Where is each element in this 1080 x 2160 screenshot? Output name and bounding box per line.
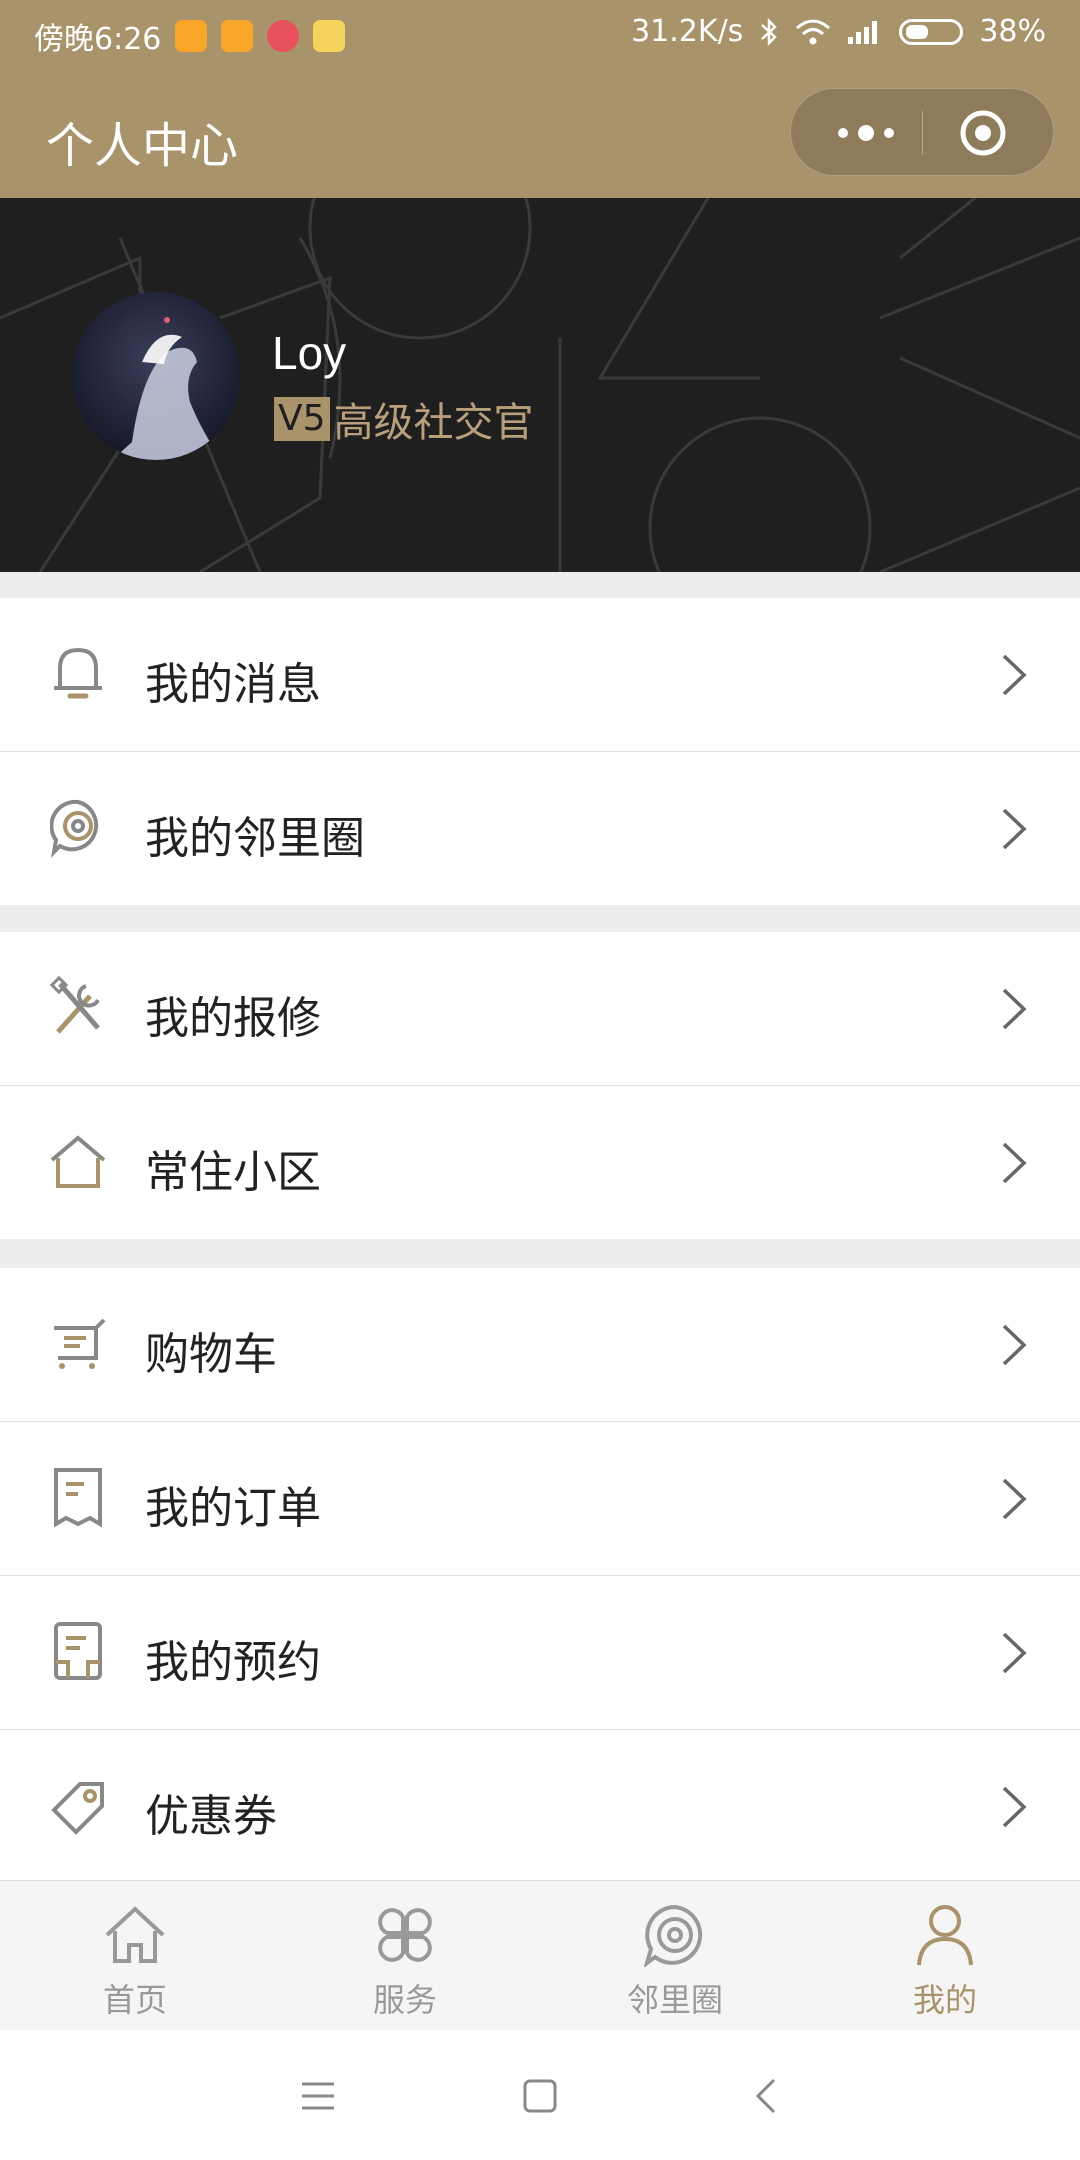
chat-notification-icon (221, 20, 254, 52)
menu-item-label: 我的消息 (145, 659, 321, 710)
person-icon (917, 1905, 973, 1966)
nav-bar: 个人中心 (0, 68, 1080, 198)
menu-item-label: 我的邻里圈 (145, 813, 365, 864)
target-icon[interactable] (951, 109, 1015, 157)
tab-bar: 首页 服务 邻里圈 我的 (0, 1880, 1080, 2031)
status-bar: 傍晚6:26 31.2K/s 38% (0, 0, 1080, 68)
menu-item-label: 常住小区 (145, 1147, 321, 1198)
menu-item-my-appointments[interactable]: 我的预约 (0, 1576, 1080, 1730)
mini-program-capsule (790, 88, 1054, 176)
home-icon (105, 1906, 165, 1963)
wifi-icon (796, 19, 831, 44)
level-badge: V5 (274, 397, 330, 441)
more-dots-icon[interactable] (821, 109, 911, 157)
bluetooth-icon (761, 17, 778, 46)
home-button-icon[interactable] (518, 2074, 562, 2118)
menu-item-label: 我的订单 (145, 1483, 321, 1534)
chevron-right-icon (1002, 1324, 1027, 1366)
menu-item-residence-community[interactable]: 常住小区 (0, 1086, 1080, 1239)
page-title: 个人中心 (46, 118, 239, 174)
order-receipt-icon (54, 1468, 102, 1528)
system-navigation-bar (0, 2030, 1080, 2160)
user-level: V5 高级社交官 (274, 390, 534, 448)
neighbor-circle-icon (643, 1904, 703, 1967)
menu-icon[interactable] (296, 2074, 340, 2118)
chevron-right-icon (1002, 1142, 1027, 1184)
tab-neighbor-circle[interactable]: 邻里圈 (540, 1881, 810, 2031)
menu-item-label: 我的报修 (145, 993, 321, 1044)
menu-group-2: 我的报修 常住小区 (0, 932, 1080, 1239)
menu-group-1: 我的消息 我的邻里圈 (0, 598, 1080, 905)
tab-services[interactable]: 服务 (270, 1881, 540, 2031)
tab-label: 首页 (102, 1981, 167, 2019)
app-notification-icon (267, 20, 300, 52)
repair-tools-icon (50, 976, 100, 1034)
menu-item-label: 我的预约 (145, 1637, 321, 1688)
menu-item-my-messages[interactable]: 我的消息 (0, 598, 1080, 752)
menu-group-3: 购物车 我的订单 我的预约 优惠券 (0, 1268, 1080, 1883)
avatar[interactable] (72, 292, 240, 460)
network-speed: 31.2K/s (631, 14, 744, 49)
menu-item-my-orders[interactable]: 我的订单 (0, 1422, 1080, 1576)
chevron-right-icon (1002, 1478, 1027, 1520)
signal-icon (848, 20, 878, 44)
chevron-right-icon (1002, 988, 1027, 1030)
tab-label: 我的 (912, 1981, 977, 2019)
chevron-right-icon (1002, 654, 1027, 696)
pig-notification-icon (313, 20, 346, 52)
chevron-right-icon (1002, 1786, 1027, 1828)
tab-mine[interactable]: 我的 (810, 1881, 1080, 2031)
chevron-right-icon (1002, 1632, 1027, 1674)
menu-item-label: 优惠券 (145, 1791, 277, 1842)
menu-item-coupons[interactable]: 优惠券 (0, 1730, 1080, 1883)
battery-icon (899, 18, 964, 45)
user-name: Loy (272, 327, 347, 379)
services-icon (378, 1908, 432, 1962)
appointment-icon (54, 1622, 102, 1680)
neighbor-circle-icon (50, 799, 99, 858)
profile-header: Loy V5 高级社交官 (0, 198, 1080, 572)
menu-item-my-neighbor-circle[interactable]: 我的邻里圈 (0, 752, 1080, 905)
tab-home[interactable]: 首页 (0, 1881, 270, 2031)
cart-icon (54, 1318, 106, 1369)
chevron-right-icon (1002, 808, 1027, 850)
house-icon (50, 1135, 106, 1188)
menu-item-shopping-cart[interactable]: 购物车 (0, 1268, 1080, 1422)
back-icon[interactable] (746, 2074, 790, 2118)
bell-icon (54, 647, 102, 699)
tab-label: 服务 (372, 1981, 437, 2019)
menu-item-label: 购物车 (145, 1329, 277, 1380)
tab-label: 邻里圈 (626, 1981, 723, 2019)
battery-percent: 38% (979, 14, 1046, 49)
avatar-image (72, 292, 240, 460)
coupon-tag-icon (51, 1782, 104, 1835)
chat-notification-icon (175, 20, 208, 52)
level-title: 高级社交官 (333, 400, 534, 446)
capsule-divider (922, 111, 923, 155)
menu-item-my-repairs[interactable]: 我的报修 (0, 932, 1080, 1086)
status-time: 傍晚6:26 (34, 22, 162, 57)
